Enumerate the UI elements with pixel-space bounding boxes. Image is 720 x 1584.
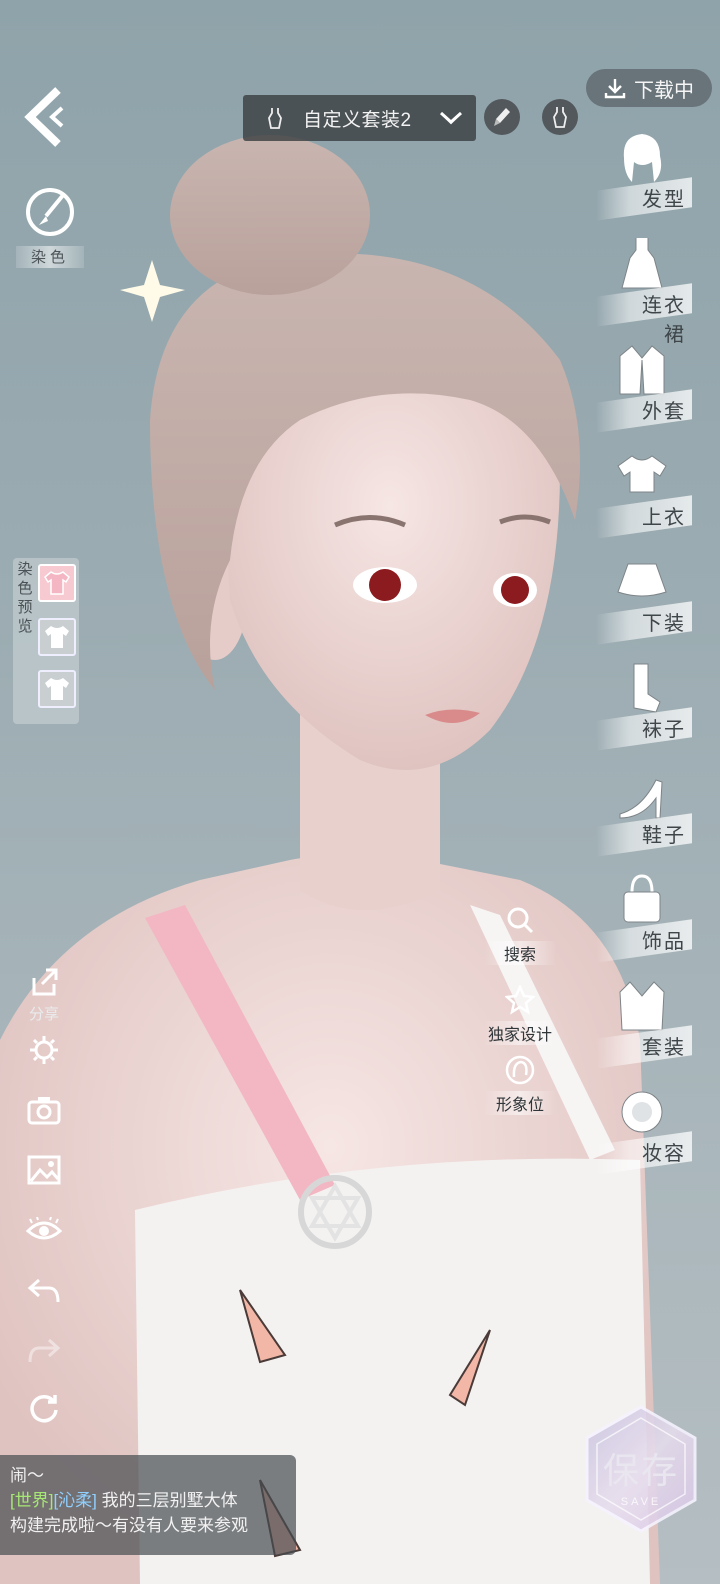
- save-button[interactable]: 保存 SAVE: [582, 1404, 700, 1534]
- image-slot-label: 形象位: [484, 1091, 556, 1115]
- category-dress[interactable]: 连衣裙: [596, 234, 696, 346]
- redo-button[interactable]: [22, 1330, 66, 1370]
- dye-label: 染色: [16, 246, 84, 268]
- camera-icon: [27, 1097, 61, 1125]
- eye-icon: [26, 1217, 62, 1240]
- chat-box[interactable]: 闹～ [世界][沁柔] 我的三层别墅大体 构建完成啦～有没有人要来参观: [0, 1455, 296, 1555]
- search-button[interactable]: 搜索: [484, 905, 556, 965]
- settings-button[interactable]: [22, 1030, 66, 1070]
- dye-button[interactable]: 染色: [16, 186, 84, 268]
- brush-button[interactable]: [484, 99, 520, 135]
- category-socks[interactable]: 袜子: [596, 658, 696, 754]
- category-handbag[interactable]: 饰品: [596, 870, 696, 966]
- category-label: 套装: [642, 1035, 686, 1059]
- visibility-button[interactable]: [22, 1210, 66, 1250]
- portrait-icon: [505, 1055, 535, 1085]
- redo-icon: [28, 1338, 61, 1363]
- outfit-selector[interactable]: 自定义套装2: [243, 95, 476, 141]
- hair-icon: [623, 134, 662, 182]
- undo-icon: [27, 1278, 60, 1303]
- image-slot-button[interactable]: 形象位: [484, 1055, 556, 1115]
- outfit-button[interactable]: [542, 99, 578, 135]
- tshirt-icon: [45, 626, 69, 648]
- chevron-down-icon: [439, 111, 463, 125]
- chat-line-current: [世界][沁柔] 我的三层别墅大体: [10, 1488, 286, 1513]
- category-label: 下装: [642, 611, 686, 635]
- makeup-icon: [621, 1091, 663, 1133]
- share-label: 分享: [28, 1005, 59, 1023]
- category-label: 饰品: [642, 929, 686, 953]
- dye-preview-panel: 染 色 预 览: [13, 558, 79, 724]
- reset-button[interactable]: [22, 1388, 66, 1428]
- dye-swatch-white-2[interactable]: [38, 670, 76, 708]
- download-icon: [604, 79, 626, 99]
- chat-sender: [沁柔]: [53, 1491, 97, 1510]
- skirt-icon: [617, 563, 667, 597]
- category-coat[interactable]: 外套: [596, 340, 696, 436]
- chat-message-1: 我的三层别墅大体: [101, 1491, 238, 1510]
- socks-icon: [633, 663, 661, 713]
- dye-swatch-white-1[interactable]: [38, 618, 76, 656]
- handbag-icon: [623, 874, 661, 923]
- dress-icon: [553, 107, 567, 128]
- chat-message-2: 构建完成啦～有没有人要来参观: [10, 1516, 248, 1535]
- dye-swatch-pink[interactable]: [38, 564, 76, 602]
- top-icon: [617, 455, 667, 493]
- share-icon: [32, 968, 58, 996]
- refresh-icon: [30, 1394, 58, 1423]
- chat-line-previous: 闹～: [10, 1466, 44, 1485]
- category-label: 上衣: [642, 505, 686, 529]
- category-label: 袜子: [642, 717, 686, 741]
- share-button[interactable]: [22, 962, 66, 1002]
- save-sub-label: SAVE: [620, 1496, 662, 1508]
- back-button[interactable]: [22, 86, 74, 148]
- back-chevron-icon: [24, 87, 64, 147]
- category-label: 发型: [642, 187, 686, 211]
- category-label: 外套: [642, 399, 686, 423]
- palette-brush-icon: [26, 188, 74, 236]
- undo-button[interactable]: [22, 1270, 66, 1310]
- gallery-button[interactable]: [22, 1150, 66, 1190]
- exclusive-design-button[interactable]: 独家设计: [484, 983, 556, 1045]
- gear-icon: [30, 1036, 58, 1064]
- outfit-name: 自定义套装2: [303, 109, 412, 131]
- chat-channel: [世界]: [10, 1491, 54, 1510]
- download-label: 下载中: [634, 79, 694, 102]
- category-top[interactable]: 上衣: [596, 446, 696, 542]
- download-status[interactable]: 下载中: [586, 69, 712, 107]
- heels-icon: [619, 779, 663, 819]
- dye-preview-title: 染 色 预 览: [17, 560, 33, 635]
- category-label: 连衣裙: [642, 293, 686, 346]
- camera-button[interactable]: [22, 1090, 66, 1130]
- save-label: 保存: [602, 1451, 679, 1492]
- category-skirt[interactable]: 下装: [596, 552, 696, 648]
- tshirt-icon: [44, 571, 70, 595]
- tshirt-icon: [45, 678, 69, 700]
- dress-icon: [621, 238, 663, 289]
- coat-icon: [619, 345, 665, 395]
- category-heels[interactable]: 鞋子: [596, 764, 696, 860]
- search-icon: [507, 907, 534, 934]
- brush-icon: [494, 108, 510, 126]
- exclusive-design-label: 独家设计: [484, 1021, 556, 1045]
- category-makeup[interactable]: 妆容: [596, 1082, 696, 1178]
- suit-icon: [619, 981, 665, 1031]
- category-label: 妆容: [642, 1141, 686, 1165]
- category-hair[interactable]: 发型: [596, 128, 696, 224]
- category-suit[interactable]: 套装: [596, 976, 696, 1072]
- star-icon: [504, 983, 536, 1015]
- search-label: 搜索: [484, 941, 556, 965]
- dress-icon: [268, 108, 282, 129]
- category-label: 鞋子: [642, 823, 686, 847]
- image-icon: [27, 1155, 61, 1185]
